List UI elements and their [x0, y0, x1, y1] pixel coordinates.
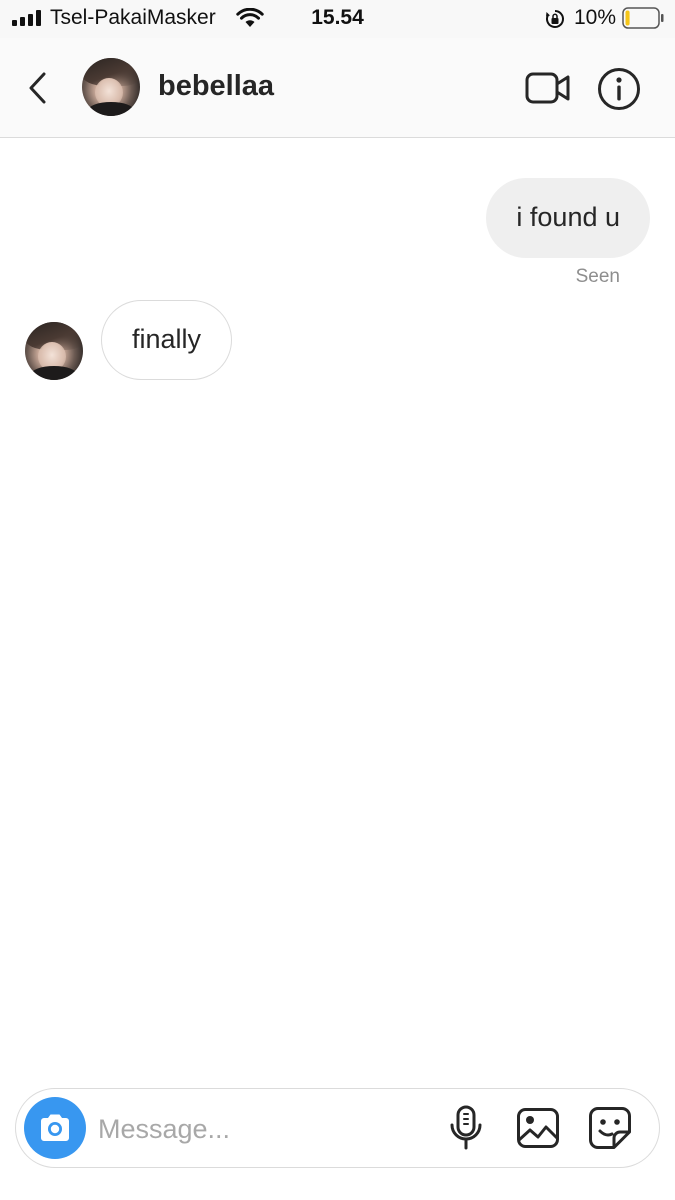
camera-icon	[41, 1114, 69, 1141]
message-composer	[15, 1088, 660, 1168]
sticker-icon[interactable]	[588, 1106, 632, 1150]
info-icon[interactable]	[597, 67, 641, 111]
chat-header: bebellaa	[0, 38, 675, 138]
camera-button[interactable]	[24, 1097, 86, 1159]
chat-screen: Tsel-PakaiMasker 15.54 10% bebellaa i fo…	[0, 0, 675, 1200]
battery-icon	[622, 7, 664, 29]
seen-status: Seen	[575, 266, 620, 287]
incoming-message-bubble[interactable]: finally	[101, 300, 233, 380]
message-text: i found u	[516, 202, 620, 232]
back-chevron-icon[interactable]	[22, 68, 54, 108]
gallery-icon[interactable]	[516, 1107, 560, 1149]
orientation-lock-icon	[546, 10, 564, 28]
sender-avatar[interactable]	[25, 322, 83, 380]
message-text: finally	[132, 324, 202, 354]
message-input[interactable]	[98, 1103, 428, 1155]
status-bar: Tsel-PakaiMasker 15.54 10%	[0, 0, 675, 38]
outgoing-message-bubble[interactable]: i found u	[486, 178, 650, 258]
chat-username[interactable]: bebellaa	[158, 70, 274, 103]
battery-percent: 10%	[574, 6, 617, 29]
avatar[interactable]	[82, 58, 140, 116]
video-camera-icon[interactable]	[524, 70, 572, 106]
microphone-icon[interactable]	[448, 1105, 484, 1151]
